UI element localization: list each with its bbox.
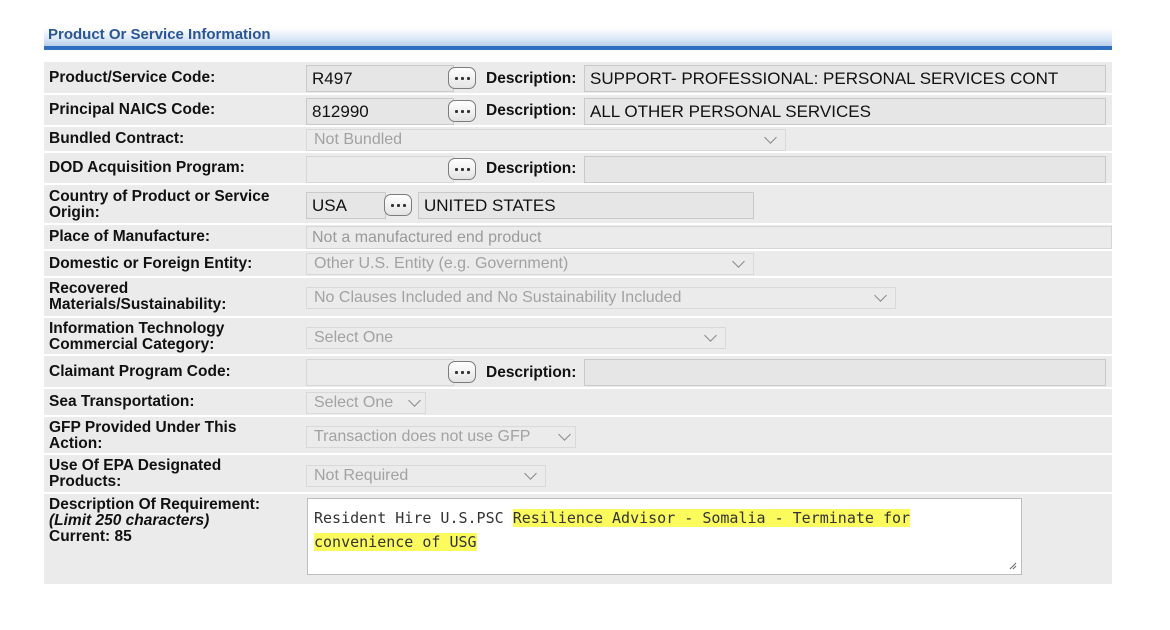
recovered-select-value: No Clauses Included and No Sustainabilit… (314, 289, 682, 306)
row-place-of-manufacture: Place of Manufacture: Not a manufactured… (44, 223, 1112, 249)
claimant-description-label: Description: (486, 364, 577, 381)
requirement-text-highlight-1: Resilience Advisor - Somalia - Terminate… (512, 509, 911, 527)
psc-description-label: Description: (486, 70, 577, 87)
chevron-down-icon (408, 394, 421, 407)
bundled-label: Bundled Contract: (49, 130, 185, 147)
chevron-down-icon (558, 428, 571, 441)
requirement-title: Description Of Requirement: (49, 496, 260, 513)
claimant-lookup-button[interactable] (448, 361, 476, 383)
chevron-down-icon (524, 467, 537, 480)
country-label: Country of Product or Service Origin: (49, 188, 270, 221)
row-domestic-foreign-entity: Domestic or Foreign Entity: Other U.S. E… (44, 249, 1112, 276)
domestic-select-value: Other U.S. Entity (e.g. Government) (314, 255, 569, 272)
claimant-label: Claimant Program Code: (49, 362, 231, 380)
place-field: Not a manufactured end product (306, 226, 1112, 249)
row-naics-code: Principal NAICS Code: 812990 Description… (44, 93, 1112, 125)
psc-lookup-button[interactable] (448, 67, 476, 89)
psc-description-field: SUPPORT- PROFESSIONAL: PERSONAL SERVICES… (584, 65, 1106, 92)
requirement-limit: (Limit 250 characters) (49, 512, 210, 529)
sea-select[interactable]: Select One (306, 392, 426, 414)
resize-grip-icon[interactable] (1008, 561, 1017, 570)
chevron-down-icon (704, 329, 717, 342)
claimant-input[interactable] (306, 359, 454, 386)
row-product-service-code: Product/Service Code: R497 Description: … (44, 60, 1112, 93)
dod-description-field (584, 156, 1106, 183)
it-select[interactable]: Select One (306, 327, 726, 349)
row-gfp-provided: GFP Provided Under This Action: Transact… (44, 415, 1112, 453)
psc-label: Product/Service Code: (49, 68, 216, 86)
bundled-select-value: Not Bundled (314, 131, 403, 148)
chevron-down-icon (732, 255, 745, 268)
naics-description-label: Description: (486, 102, 577, 119)
requirement-text-plain: Resident Hire U.S.PSC (314, 509, 513, 527)
dod-input[interactable] (306, 156, 454, 183)
dod-label: DOD Acquisition Program: (49, 159, 245, 176)
sea-label: Sea Transportation: (49, 393, 195, 410)
place-label: Place of Manufacture: (49, 228, 211, 245)
domestic-label: Domestic or Foreign Entity: (49, 254, 253, 272)
claimant-description-field (584, 359, 1106, 386)
chevron-down-icon (764, 131, 777, 144)
psc-input[interactable]: R497 (306, 65, 454, 92)
gfp-select[interactable]: Transaction does not use GFP (306, 426, 576, 448)
requirement-text-highlight-2: convenience of USG (314, 533, 477, 551)
epa-select-value: Not Required (314, 467, 409, 484)
section-header: Product Or Service Information (44, 26, 1112, 50)
naics-input[interactable]: 812990 (306, 98, 454, 125)
dod-description-label: Description: (486, 160, 577, 177)
recovered-label: Recovered Materials/Sustainability: (49, 280, 227, 313)
row-sea-transportation: Sea Transportation: Select One (44, 387, 1112, 415)
recovered-select[interactable]: No Clauses Included and No Sustainabilit… (306, 287, 896, 309)
row-bundled-contract: Bundled Contract: Not Bundled (44, 125, 1112, 151)
requirement-current-count: Current: 85 (49, 528, 132, 545)
country-name-field: UNITED STATES (418, 192, 754, 219)
naics-lookup-button[interactable] (448, 100, 476, 122)
epa-select[interactable]: Not Required (306, 465, 546, 487)
row-claimant-program-code: Claimant Program Code: Description: (44, 354, 1112, 387)
row-dod-acquisition-program: DOD Acquisition Program: Description: (44, 151, 1112, 183)
row-it-commercial-category: Information Technology Commercial Catego… (44, 316, 1112, 354)
naics-label: Principal NAICS Code: (49, 101, 216, 118)
bundled-select[interactable]: Not Bundled (306, 129, 786, 151)
row-country-of-origin: Country of Product or Service Origin: US… (44, 183, 1112, 223)
row-epa-designated-products: Use Of EPA Designated Products: Not Requ… (44, 453, 1112, 492)
product-service-panel: Product Or Service Information Product/S… (44, 26, 1112, 584)
it-select-value: Select One (314, 329, 394, 346)
country-code-input[interactable]: USA (306, 192, 386, 219)
sea-select-value: Select One (314, 394, 394, 411)
it-label: Information Technology Commercial Catego… (49, 320, 225, 353)
gfp-label: GFP Provided Under This Action: (49, 419, 237, 452)
chevron-down-icon (874, 289, 887, 302)
domestic-select[interactable]: Other U.S. Entity (e.g. Government) (306, 253, 754, 275)
epa-label: Use Of EPA Designated Products: (49, 457, 222, 490)
requirement-label: Description Of Requirement: (Limit 250 c… (49, 497, 299, 545)
requirement-textarea[interactable]: Resident Hire U.S.PSC Resilience Advisor… (307, 498, 1022, 575)
naics-description-field: ALL OTHER PERSONAL SERVICES (584, 98, 1106, 125)
country-lookup-button[interactable] (384, 194, 412, 216)
dod-lookup-button[interactable] (448, 158, 476, 180)
gfp-select-value: Transaction does not use GFP (314, 428, 531, 445)
row-recovered-materials: Recovered Materials/Sustainability: No C… (44, 276, 1112, 316)
section-title: Product Or Service Information (48, 26, 271, 43)
